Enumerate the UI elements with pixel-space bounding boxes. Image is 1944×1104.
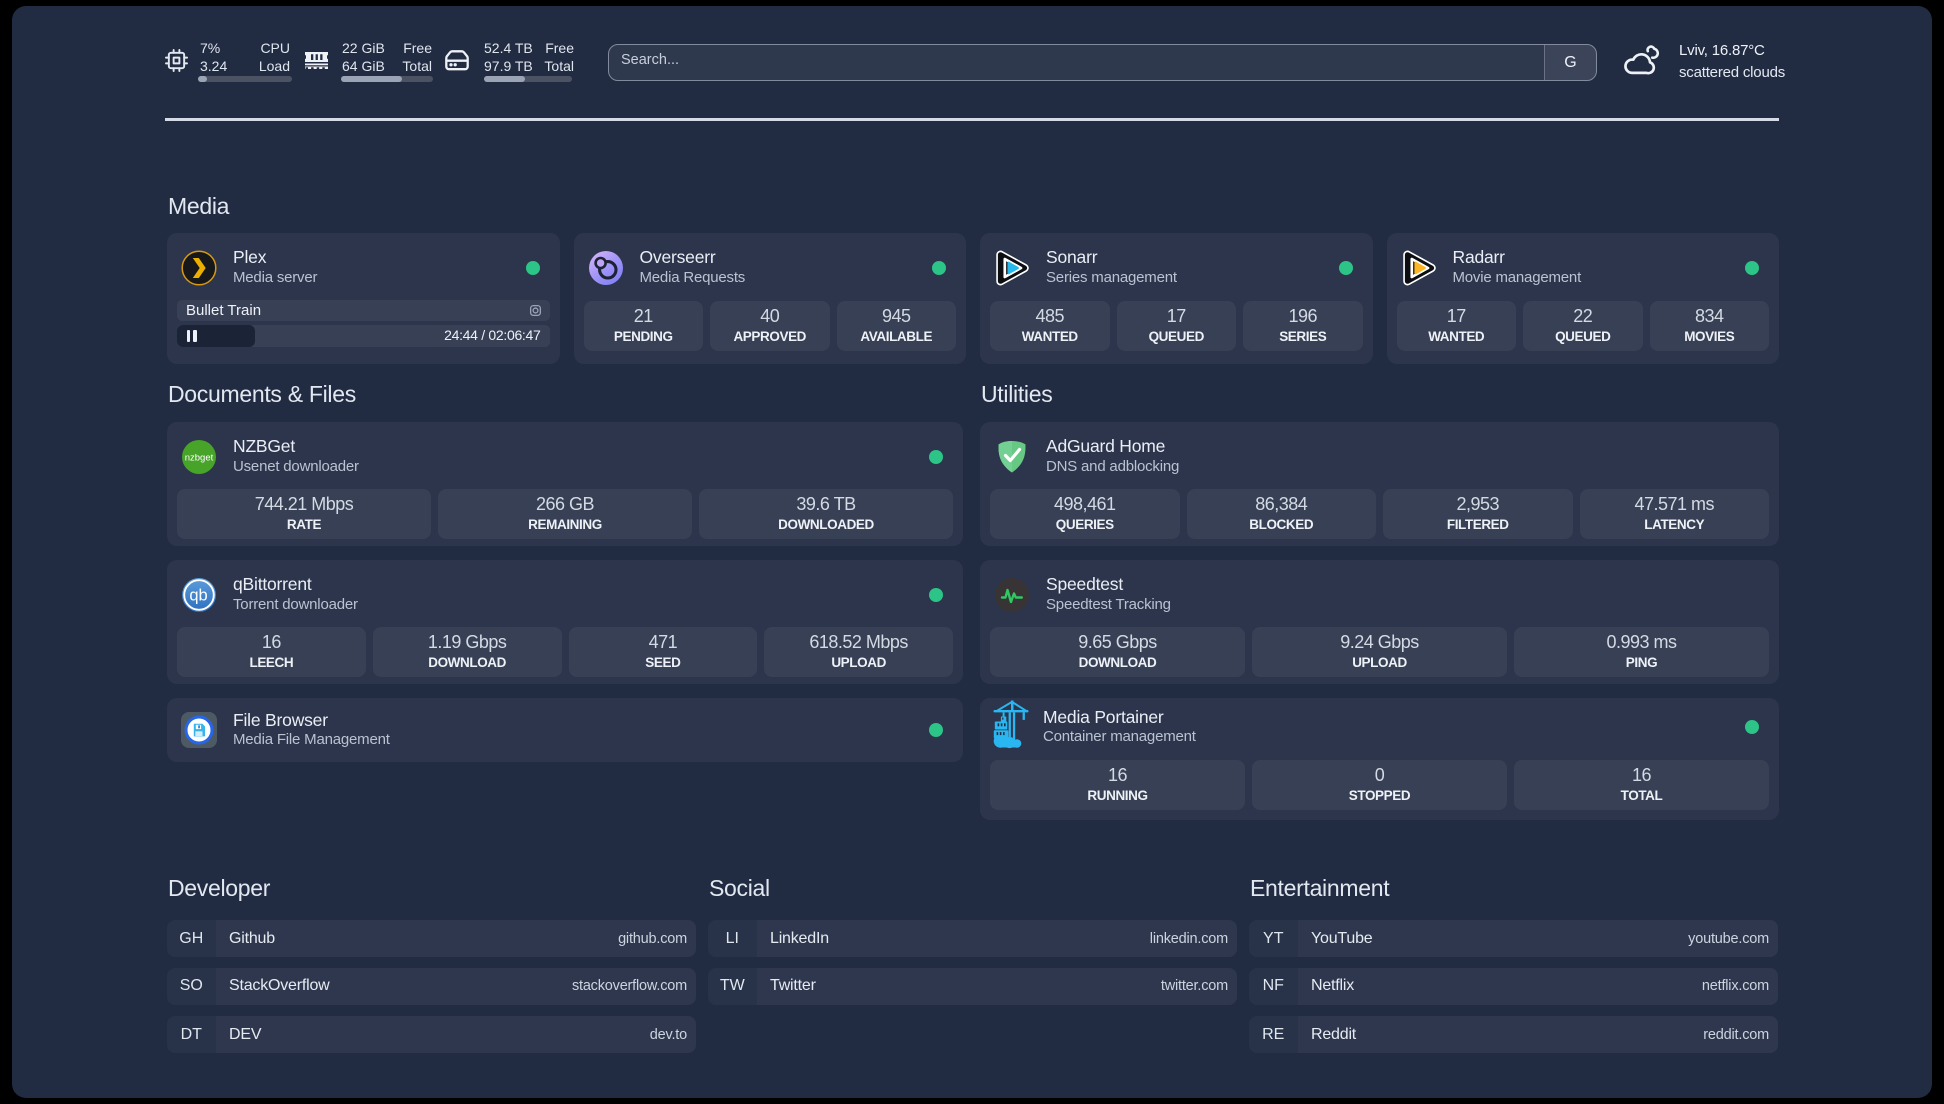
svg-text:qb: qb	[189, 586, 207, 604]
svg-text:nzbget: nzbget	[185, 452, 214, 463]
